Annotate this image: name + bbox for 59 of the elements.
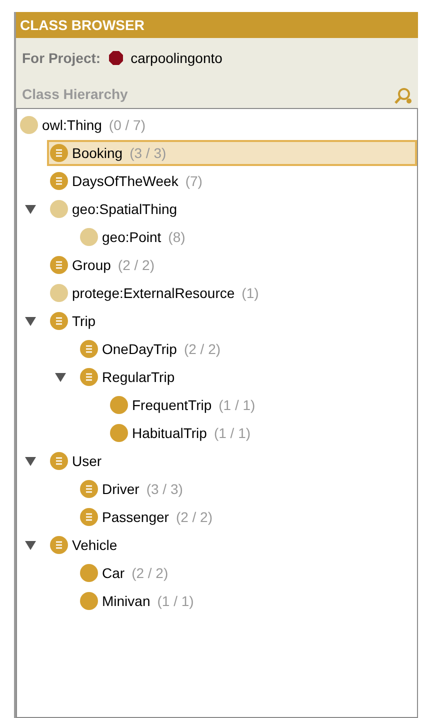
panel-title: CLASS BROWSER bbox=[20, 16, 144, 34]
class-name: HabitualTrip bbox=[132, 424, 207, 443]
tree-item[interactable]: Passenger (2 / 2) bbox=[77, 504, 417, 530]
expanded-triangle-icon[interactable] bbox=[25, 316, 36, 326]
project-name: carpoolingonto bbox=[130, 48, 222, 68]
tree-item[interactable]: HabitualTrip (1 / 1) bbox=[107, 420, 417, 446]
class-name: OneDayTrip bbox=[102, 340, 177, 359]
tree-item[interactable]: FrequentTrip (1 / 1) bbox=[107, 392, 417, 418]
tree-item[interactable]: Group (2 / 2) bbox=[47, 252, 417, 278]
expanded-triangle-icon[interactable] bbox=[25, 456, 36, 466]
tree-item[interactable]: DaysOfTheWeek (7) bbox=[47, 168, 417, 194]
tree-item[interactable]: Minivan (1 / 1) bbox=[77, 588, 417, 614]
class-name: Group bbox=[72, 256, 111, 275]
tree-item[interactable]: OneDayTrip (2 / 2) bbox=[77, 336, 417, 362]
instance-count: (2 / 2) bbox=[184, 340, 221, 359]
section-title: Class Hierarchy bbox=[22, 85, 128, 104]
class-name: RegularTrip bbox=[102, 368, 175, 387]
tree-item[interactable]: Vehicle bbox=[47, 532, 417, 558]
tree-item[interactable]: geo:SpatialThing bbox=[47, 196, 417, 222]
class-name: FrequentTrip bbox=[132, 396, 212, 415]
tree-item[interactable]: RegularTrip bbox=[77, 364, 417, 390]
class-name: Minivan bbox=[102, 592, 150, 610]
tree-item[interactable]: Booking (3 / 3) bbox=[47, 140, 417, 166]
project-label: For Project: bbox=[22, 48, 101, 68]
instance-count: (2 / 2) bbox=[176, 508, 213, 527]
instance-count: (2 / 2) bbox=[118, 256, 154, 275]
expanded-triangle-icon[interactable] bbox=[55, 372, 66, 382]
class-name: Booking bbox=[72, 144, 123, 163]
instance-count: (1 / 1) bbox=[218, 396, 256, 415]
tree-item[interactable]: Car (2 / 2) bbox=[77, 560, 417, 586]
instance-count: (0 / 7) bbox=[108, 116, 146, 135]
instance-count: (3 / 3) bbox=[146, 480, 183, 499]
expanded-triangle-icon[interactable] bbox=[25, 540, 36, 550]
class-name: owl:Thing bbox=[42, 116, 102, 135]
instance-count: (1 / 1) bbox=[214, 424, 251, 443]
class-name: Driver bbox=[102, 480, 140, 498]
class-name: User bbox=[72, 452, 102, 470]
instance-count: (7) bbox=[185, 172, 202, 191]
tree-item[interactable]: Driver (3 / 3) bbox=[77, 476, 417, 502]
instance-count: (3 / 3) bbox=[130, 144, 166, 163]
tree-item[interactable]: geo:Point (8) bbox=[77, 224, 417, 250]
class-name: geo:Point bbox=[102, 228, 162, 247]
tree-item[interactable]: User bbox=[47, 448, 417, 474]
tree-item[interactable]: Trip bbox=[47, 308, 417, 334]
instance-count: (2 / 2) bbox=[132, 564, 168, 583]
class-name: Car bbox=[102, 564, 125, 582]
class-name: Passenger bbox=[102, 508, 169, 527]
expanded-triangle-icon[interactable] bbox=[25, 204, 36, 214]
tree-item[interactable]: protege:ExternalResource (1) bbox=[47, 280, 417, 306]
instance-count: (1 / 1) bbox=[157, 592, 194, 611]
class-name: DaysOfTheWeek bbox=[72, 172, 178, 191]
class-name: Trip bbox=[72, 312, 96, 331]
class-name: geo:SpatialThing bbox=[72, 200, 178, 219]
project-icon bbox=[108, 51, 123, 65]
instance-count: (1) bbox=[242, 284, 259, 303]
class-name: protege:ExternalResource bbox=[72, 284, 235, 303]
class-name: Vehicle bbox=[72, 536, 118, 554]
instance-count: (8) bbox=[168, 228, 186, 247]
tree-item[interactable]: owl:Thing (0 / 7) bbox=[17, 112, 417, 138]
